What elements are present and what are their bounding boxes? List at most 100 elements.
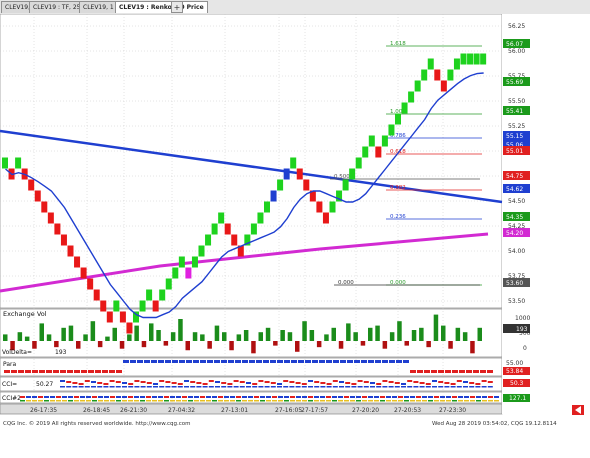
volume-bar [382,341,388,349]
cci-last-value: 50.3 [510,380,524,387]
cci-dot [301,386,307,388]
cci2-dot [50,396,55,398]
cci-dot [97,382,103,384]
volume-bar [105,336,110,341]
volume-bar [477,327,482,341]
cci-dot [339,386,344,388]
cci2-dot [182,396,187,398]
cci2-dot [74,396,79,398]
renko-brick [100,300,107,312]
cci2-dot [164,396,169,398]
renko-brick [87,278,94,290]
volume-bar [222,332,227,341]
cci2-dot [98,396,103,398]
cci-dot [208,386,214,388]
cci2-dot [254,396,259,398]
cci2-dot [302,400,307,402]
cci2-dot [38,396,43,398]
cci-dot [388,386,394,388]
cci2-dot [20,396,25,398]
cci-dot [78,386,84,388]
cci2-dot [458,400,463,402]
cci-label: CCI= [2,381,17,388]
para-dot [137,360,143,363]
cci2-dot [230,400,235,402]
para-dot [11,370,17,373]
tab-chart-renko[interactable]: CLEV19 : Renko, 10 Price [115,1,208,13]
cci-dot [295,386,301,388]
cci2-dot [440,396,445,398]
renko-brick [342,179,349,191]
cci2-dot [32,400,37,402]
renko-brick [231,234,238,246]
cci2-dot [296,396,301,398]
para-dot [74,370,80,373]
cci2-dot [182,400,187,402]
volume-bar [76,341,81,349]
cci-dot [456,386,462,388]
cci-dot [401,383,406,385]
cci2-dot [260,400,265,402]
cci-dot [326,383,332,385]
cci2-dot [62,400,67,402]
volume-bar [251,341,256,354]
volume-bar [360,341,366,346]
cci2-dot [314,396,319,398]
price-badge-label: 54.20 [506,230,523,237]
cci-dot [78,383,84,385]
cci-dot [332,380,338,382]
cci2-dot [446,400,451,402]
cci2-last-value: 127.1 [509,395,526,402]
cci2-dot [458,396,463,398]
cci-dot [481,380,487,382]
cci2-dot [176,396,181,398]
cci-dot [84,380,90,382]
cci2-dot [56,400,61,402]
volume-bar [141,341,147,348]
cci2-dot [494,396,499,398]
cci-dot [295,382,301,384]
cci-dot [239,381,245,383]
para-dot [207,360,213,363]
volume-bar [273,341,278,346]
cci-dot [246,382,251,384]
cci2-dot [452,396,457,398]
volume-bar [316,341,322,348]
cci-dot [97,386,103,388]
cci2-dot [236,396,241,398]
volume-bar [17,332,23,341]
cci2-dot [164,400,169,402]
cci2-dot [152,400,157,402]
price-badge-label: 55.69 [506,79,523,86]
renko-brick [322,212,329,224]
add-tab-button[interactable]: + [171,1,183,13]
volume-bar [462,332,468,341]
cci2-dot [236,400,241,402]
cci-dot [270,386,276,388]
cci-dot [239,386,245,388]
cci-dot [84,386,90,388]
cci-dot [450,386,456,388]
cci-dot [419,382,425,384]
cci-dot [475,386,481,388]
cci-dot [258,386,264,388]
volume-bar [54,341,59,348]
cci-dot [122,386,127,388]
cci-dot [444,386,450,388]
cci-dot [264,386,270,388]
volume-bar [433,314,439,341]
renko-brick [408,91,415,103]
cci2-dot [386,400,391,402]
para-dot [228,360,234,363]
cci-dot [283,380,289,382]
cci2-dot [266,396,271,398]
time-axis [0,403,503,415]
renko-brick [277,179,284,191]
volume-bar [39,323,44,341]
cci-dot [425,386,431,388]
renko-brick [191,256,198,268]
cci-dot [289,386,295,388]
para-dot [221,360,227,363]
renko-brick [15,157,22,169]
volume-bar [441,325,446,341]
